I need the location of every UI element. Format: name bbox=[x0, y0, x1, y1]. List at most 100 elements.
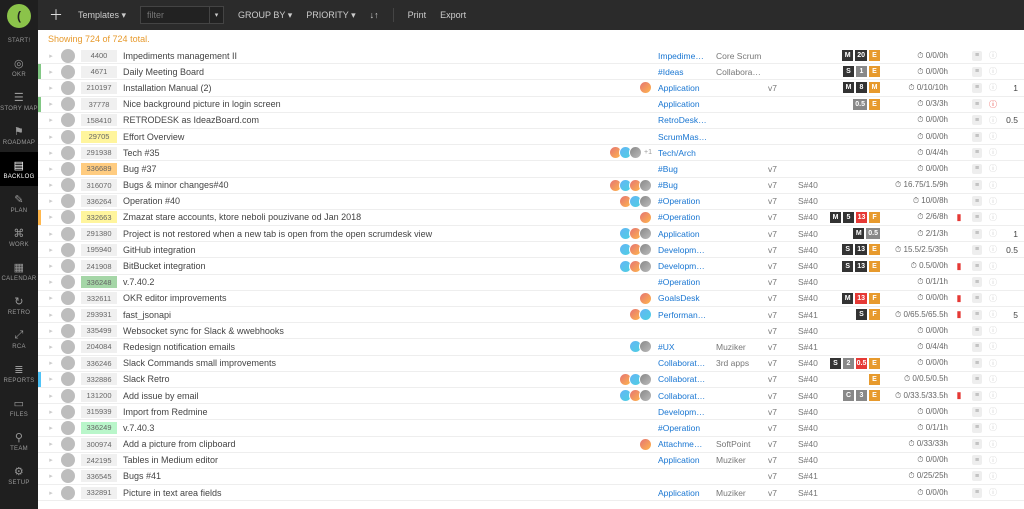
row-id[interactable]: 4671 bbox=[81, 66, 117, 78]
groupby-menu[interactable]: GROUP BY ▾ bbox=[238, 10, 292, 21]
row-action-icon[interactable]: ≡ bbox=[972, 391, 982, 401]
expand-icon[interactable]: ▸ bbox=[47, 116, 55, 124]
info-icon[interactable]: ⓘ bbox=[988, 471, 998, 482]
info-icon[interactable]: ⓘ bbox=[988, 228, 998, 239]
row-epic[interactable]: Muziker bbox=[716, 455, 762, 465]
row-action-icon[interactable]: ≡ bbox=[972, 310, 982, 320]
backlog-row[interactable]: ▸293931fast_jsonapiPerforman…v7S#41SF⏱ 0… bbox=[38, 307, 1024, 323]
row-title[interactable]: fast_jsonapi bbox=[123, 310, 590, 320]
status-dot[interactable] bbox=[61, 324, 75, 338]
row-title[interactable]: Operation #40 bbox=[123, 196, 590, 206]
backlog-grid[interactable]: ▸4400Impediments management IIImpedime…C… bbox=[38, 48, 1024, 509]
templates-menu[interactable]: Templates ▾ bbox=[78, 10, 126, 21]
row-version[interactable]: v7 bbox=[768, 277, 792, 287]
row-category[interactable]: Performan… bbox=[658, 310, 710, 320]
expand-icon[interactable]: ▸ bbox=[47, 230, 55, 238]
expand-icon[interactable]: ▸ bbox=[47, 181, 55, 189]
row-category[interactable]: ScrumMas… bbox=[658, 132, 710, 142]
row-category[interactable]: GoalsDesk bbox=[658, 293, 710, 303]
expand-icon[interactable]: ▸ bbox=[47, 489, 55, 497]
info-icon[interactable]: ⓘ bbox=[988, 115, 998, 126]
row-title[interactable]: Slack Retro bbox=[123, 374, 590, 384]
row-id[interactable]: 204084 bbox=[81, 341, 117, 353]
row-title[interactable]: Installation Manual (2) bbox=[123, 83, 590, 93]
expand-icon[interactable]: ▸ bbox=[47, 52, 55, 60]
row-title[interactable]: Import from Redmine bbox=[123, 407, 590, 417]
row-id[interactable]: 336545 bbox=[81, 470, 117, 482]
row-version[interactable]: v7 bbox=[768, 245, 792, 255]
row-epic[interactable]: 3rd apps bbox=[716, 358, 762, 368]
row-id[interactable]: 332891 bbox=[81, 487, 117, 499]
row-category[interactable]: Application bbox=[658, 229, 710, 239]
status-dot[interactable] bbox=[61, 259, 75, 273]
backlog-row[interactable]: ▸316070Bugs & minor changes#40#Bugv7S#40… bbox=[38, 178, 1024, 194]
row-title[interactable]: v.7.40.2 bbox=[123, 277, 590, 287]
filter-input[interactable] bbox=[140, 6, 210, 24]
app-logo[interactable]: ( bbox=[7, 4, 31, 28]
expand-icon[interactable]: ▸ bbox=[47, 278, 55, 286]
row-epic[interactable]: SoftPoint bbox=[716, 439, 762, 449]
row-title[interactable]: Tech #35 bbox=[123, 148, 590, 158]
row-version[interactable]: v7 bbox=[768, 326, 792, 336]
row-title[interactable]: Zmazat stare accounts, ktore neboli pouz… bbox=[123, 212, 590, 222]
row-version[interactable]: v7 bbox=[768, 471, 792, 481]
row-sprint[interactable]: S#41 bbox=[798, 488, 828, 498]
row-title[interactable]: Redesign notification emails bbox=[123, 342, 590, 352]
expand-icon[interactable]: ▸ bbox=[47, 68, 55, 76]
row-action-icon[interactable]: ≡ bbox=[972, 245, 982, 255]
backlog-row[interactable]: ▸195940GitHub integrationDevelopm…v7S#40… bbox=[38, 242, 1024, 258]
backlog-row[interactable]: ▸4400Impediments management IIImpedime…C… bbox=[38, 48, 1024, 64]
info-icon[interactable]: ⓘ bbox=[988, 455, 998, 466]
row-version[interactable]: v7 bbox=[768, 196, 792, 206]
row-version[interactable]: v7 bbox=[768, 358, 792, 368]
row-category[interactable]: Collaborat… bbox=[658, 374, 710, 384]
info-icon[interactable]: ⓘ bbox=[988, 406, 998, 417]
row-category[interactable]: RetroDesk… bbox=[658, 115, 710, 125]
backlog-row[interactable]: ▸4671Daily Meeting Board#IdeasCollaborat… bbox=[38, 64, 1024, 80]
row-id[interactable]: 336246 bbox=[81, 357, 117, 369]
info-icon[interactable]: ⓘ bbox=[988, 325, 998, 336]
row-category[interactable]: Application bbox=[658, 455, 710, 465]
status-dot[interactable] bbox=[61, 49, 75, 63]
row-category[interactable]: Collaborat… bbox=[658, 358, 710, 368]
row-version[interactable]: v7 bbox=[768, 310, 792, 320]
backlog-row[interactable]: ▸332886Slack RetroCollaborat…v7S#40E⏱ 0/… bbox=[38, 372, 1024, 388]
row-category[interactable]: Developm… bbox=[658, 407, 710, 417]
rail-item-retro[interactable]: ↻RETRO bbox=[0, 288, 38, 322]
row-id[interactable]: 291380 bbox=[81, 228, 117, 240]
status-dot[interactable] bbox=[61, 372, 75, 386]
print-link[interactable]: Print bbox=[408, 10, 427, 20]
row-epic[interactable]: Collaborat… bbox=[716, 67, 762, 77]
filter-dropdown[interactable]: ▾ bbox=[210, 6, 224, 24]
row-sprint[interactable]: S#40 bbox=[798, 326, 828, 336]
expand-icon[interactable]: ▸ bbox=[47, 84, 55, 92]
row-sprint[interactable]: S#40 bbox=[798, 261, 828, 271]
info-icon[interactable]: ⓘ bbox=[988, 293, 998, 304]
row-title[interactable]: Nice background picture in login screen bbox=[123, 99, 590, 109]
row-action-icon[interactable]: ≡ bbox=[972, 374, 982, 384]
row-action-icon[interactable]: ≡ bbox=[972, 99, 982, 109]
row-action-icon[interactable]: ≡ bbox=[972, 164, 982, 174]
row-sprint[interactable]: S#41 bbox=[798, 310, 828, 320]
row-sprint[interactable]: S#40 bbox=[798, 423, 828, 433]
info-icon[interactable]: ⓘ bbox=[988, 309, 998, 320]
expand-icon[interactable]: ▸ bbox=[47, 392, 55, 400]
info-icon[interactable]: ⓘ bbox=[988, 277, 998, 288]
row-title[interactable]: GitHub integration bbox=[123, 245, 590, 255]
row-category[interactable]: Application bbox=[658, 99, 710, 109]
row-id[interactable]: 242195 bbox=[81, 454, 117, 466]
row-action-icon[interactable]: ≡ bbox=[972, 407, 982, 417]
row-id[interactable]: 332663 bbox=[81, 211, 117, 223]
info-icon[interactable]: ⓘ bbox=[988, 82, 998, 93]
row-title[interactable]: BitBucket integration bbox=[123, 261, 590, 271]
row-id[interactable]: 316070 bbox=[81, 179, 117, 191]
row-title[interactable]: v.7.40.3 bbox=[123, 423, 590, 433]
row-id[interactable]: 336689 bbox=[81, 163, 117, 175]
info-icon[interactable]: ⓘ bbox=[988, 99, 998, 110]
row-category[interactable]: Impedime… bbox=[658, 51, 710, 61]
row-id[interactable]: 131200 bbox=[81, 390, 117, 402]
status-dot[interactable] bbox=[61, 210, 75, 224]
row-id[interactable]: 4400 bbox=[81, 50, 117, 62]
rail-item-setup[interactable]: ⚙SETUP bbox=[0, 458, 38, 492]
row-sprint[interactable]: S#40 bbox=[798, 196, 828, 206]
